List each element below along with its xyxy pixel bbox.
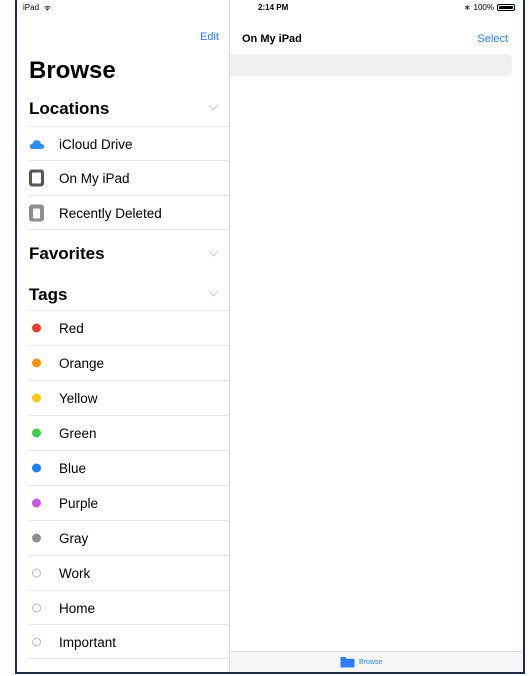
tags-header[interactable]: Tags	[29, 285, 67, 305]
bluetooth-icon: ∗	[463, 3, 471, 12]
tab-bar: Browse	[230, 651, 523, 672]
locations-header[interactable]: Locations	[29, 99, 109, 119]
location-label: iCloud Drive	[59, 136, 133, 152]
tag-label: Green	[59, 425, 97, 441]
tab-browse-label: Browse	[359, 658, 383, 666]
tag-label: Purple	[59, 495, 99, 511]
tag-item-orange[interactable]: Orange	[29, 345, 229, 380]
battery-percent: 100%	[473, 3, 494, 12]
empty-tag-circle-icon	[32, 603, 41, 613]
empty-tag-circle-icon	[32, 637, 41, 647]
red-tag-dot-icon	[32, 323, 41, 333]
favorites-chevron-icon[interactable]	[208, 246, 219, 257]
divider	[29, 658, 229, 659]
trash-icon	[29, 204, 44, 222]
location-item-recently-deleted[interactable]: Recently Deleted	[29, 195, 229, 230]
location-item-on-my-ipad[interactable]: On My iPad	[29, 160, 229, 195]
locations-chevron-icon[interactable]	[208, 100, 219, 111]
tag-item-important[interactable]: Important	[29, 624, 229, 659]
sidebar-title: Browse	[29, 57, 116, 84]
tag-label: Work	[59, 565, 91, 581]
edit-button[interactable]: Edit	[200, 31, 219, 43]
tag-label: Important	[59, 634, 117, 650]
tag-item-blue[interactable]: Blue	[29, 450, 229, 485]
sidebar: Edit Browse Locations iCloud Drive On My…	[17, 0, 230, 672]
tag-label: Blue	[59, 460, 87, 476]
app-window: Edit Browse Locations iCloud Drive On My…	[15, 0, 525, 674]
tab-browse[interactable]: Browse	[340, 656, 382, 668]
ipad-icon	[29, 169, 44, 187]
tag-item-yellow[interactable]: Yellow	[29, 380, 229, 415]
tag-label: Yellow	[59, 390, 98, 406]
tags-chevron-icon[interactable]	[208, 286, 219, 297]
empty-tag-circle-icon	[32, 568, 41, 578]
tag-item-home[interactable]: Home	[29, 590, 229, 625]
favorites-header[interactable]: Favorites	[29, 244, 105, 264]
orange-tag-dot-icon	[32, 358, 41, 368]
status-time: 2:14 PM	[258, 3, 289, 12]
tag-label: Gray	[59, 530, 89, 546]
tag-label: Orange	[59, 355, 105, 371]
location-label: On My iPad	[59, 170, 130, 186]
tag-label: Home	[59, 600, 96, 616]
location-item-icloud-drive[interactable]: iCloud Drive	[29, 126, 229, 161]
status-bar: iPad 2:14 PM ∗ 100%	[17, 0, 523, 18]
purple-tag-dot-icon	[32, 498, 41, 508]
yellow-tag-dot-icon	[32, 393, 41, 403]
wifi-icon	[44, 5, 51, 11]
device-label: iPad	[23, 3, 40, 12]
tag-item-work[interactable]: Work	[29, 555, 229, 590]
blue-tag-dot-icon	[32, 463, 41, 473]
location-label: Recently Deleted	[59, 205, 162, 221]
main-content: On My iPad Select	[230, 0, 523, 672]
icloud-icon	[29, 140, 45, 149]
gray-tag-dot-icon	[32, 533, 41, 543]
tag-label: Red	[59, 320, 84, 336]
search-field[interactable]	[230, 54, 512, 76]
divider	[29, 229, 229, 230]
battery-icon	[497, 4, 515, 11]
page-title: On My iPad	[242, 33, 302, 45]
tag-item-purple[interactable]: Purple	[29, 485, 229, 520]
select-button[interactable]: Select	[477, 33, 508, 45]
tag-item-gray[interactable]: Gray	[29, 520, 229, 555]
tag-item-green[interactable]: Green	[29, 415, 229, 450]
folder-icon	[340, 657, 355, 668]
green-tag-dot-icon	[32, 428, 41, 438]
tag-item-red[interactable]: Red	[29, 310, 229, 345]
